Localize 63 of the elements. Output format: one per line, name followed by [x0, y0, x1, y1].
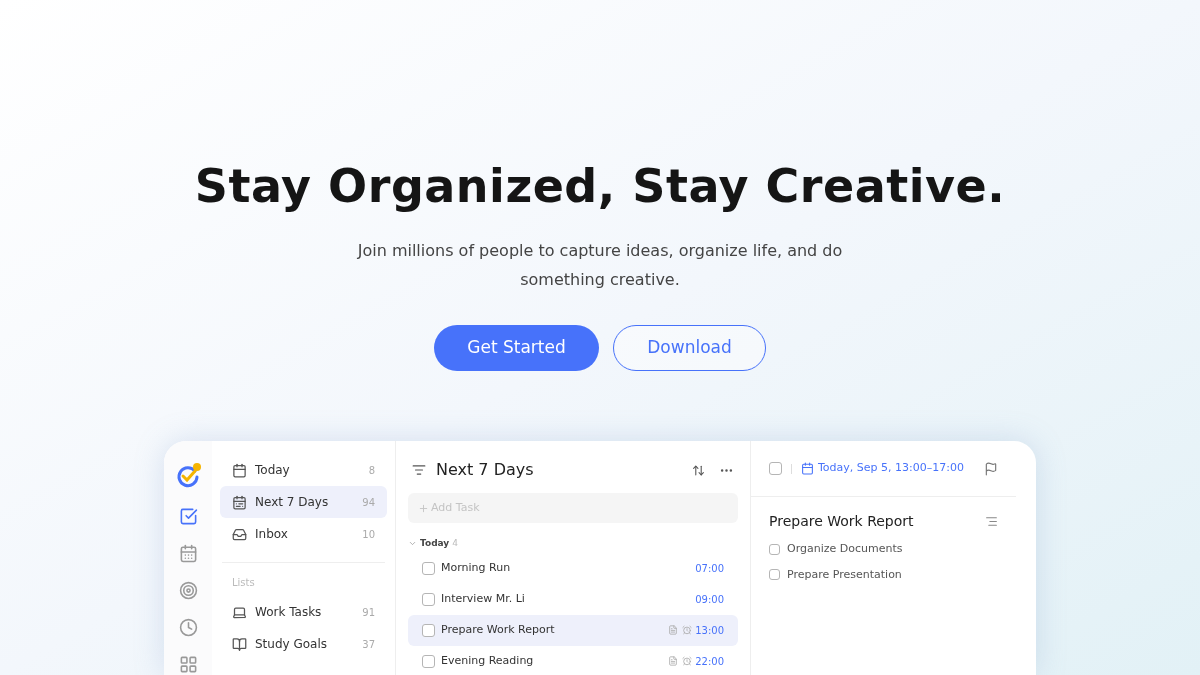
task-row[interactable]: Interview Mr. Li 09:00	[408, 583, 738, 615]
app-logo-icon	[175, 463, 201, 489]
sidebar-item[interactable]: Today 8	[220, 454, 387, 486]
task-row[interactable]: Morning Run 07:00	[408, 552, 738, 584]
download-button[interactable]: Download	[613, 325, 766, 371]
task-row[interactable]: Evening Reading 22:00	[408, 645, 738, 675]
clock-icon[interactable]	[178, 618, 198, 637]
checkbox[interactable]	[422, 654, 435, 668]
group-label: Today	[420, 537, 450, 550]
checkbox[interactable]	[769, 569, 780, 581]
sidebar-item[interactable]: Next 7 Days 94	[220, 486, 387, 518]
checkbox[interactable]	[422, 623, 435, 637]
item-count: 8	[368, 463, 375, 478]
target-icon[interactable]	[178, 581, 198, 600]
inbox-icon	[232, 526, 247, 542]
menu-icon[interactable]	[985, 515, 998, 528]
task-time: 13:00	[695, 623, 724, 638]
task-time: 09:00	[695, 592, 724, 607]
hero-subtitle: Join millions of people to capture ideas, organize life, and do something creative.	[356, 240, 844, 291]
laptop-icon	[232, 604, 247, 620]
due-date[interactable]: Today, Sep 5, 13:00–17:00	[818, 460, 984, 477]
item-count: 10	[362, 527, 375, 542]
subtask-label: Organize Documents	[787, 541, 903, 557]
checkbox-icon[interactable]	[178, 507, 198, 526]
item-count: 91	[362, 605, 375, 620]
plus-icon	[418, 502, 429, 514]
list-label: Inbox	[255, 526, 289, 543]
task-title: Morning Run	[441, 559, 512, 576]
subtask-label: Prepare Presentation	[787, 566, 902, 583]
calendar-icon	[801, 462, 814, 475]
task-time: 22:00	[695, 654, 724, 669]
task-row[interactable]: Prepare Work Report 13:00	[408, 614, 738, 646]
checkbox[interactable]	[769, 543, 780, 555]
task-time: 07:00	[695, 561, 724, 576]
calendar-icon	[232, 462, 247, 478]
sidebar-item[interactable]: Study Goals 37	[220, 628, 387, 660]
grid-icon[interactable]	[178, 655, 198, 674]
list-label: Work Tasks	[255, 604, 323, 621]
book-icon	[232, 636, 247, 652]
flag-icon[interactable]	[984, 461, 998, 476]
list-title: Next 7 Days	[436, 459, 535, 481]
task-title: Interview Mr. Li	[441, 590, 526, 607]
task-title: Prepare Work Report	[441, 621, 556, 638]
sort-icon[interactable]	[692, 463, 705, 477]
section-heading: Lists	[231, 576, 256, 590]
task-detail-title: Prepare Work Report	[769, 512, 915, 531]
group-count: 4	[452, 537, 458, 550]
checkbox[interactable]	[769, 462, 782, 475]
hero-title: Stay Organized, Stay Creative.	[194, 158, 1006, 214]
checkbox[interactable]	[422, 561, 435, 575]
checkbox[interactable]	[422, 592, 435, 606]
get-started-button[interactable]: Get Started	[434, 325, 599, 371]
list-label: Today	[255, 462, 291, 479]
sidebar-item[interactable]: Inbox 10	[220, 518, 387, 550]
list-label: Study Goals	[255, 636, 329, 653]
item-count: 37	[362, 637, 375, 652]
calendar-icon	[232, 494, 247, 510]
calendar-icon[interactable]	[178, 544, 198, 563]
menu-icon[interactable]	[412, 463, 426, 477]
task-title: Evening Reading	[441, 652, 535, 669]
sidebar-item[interactable]: Work Tasks 91	[220, 596, 387, 628]
item-count: 94	[362, 495, 375, 510]
list-label: Next 7 Days	[255, 494, 330, 511]
